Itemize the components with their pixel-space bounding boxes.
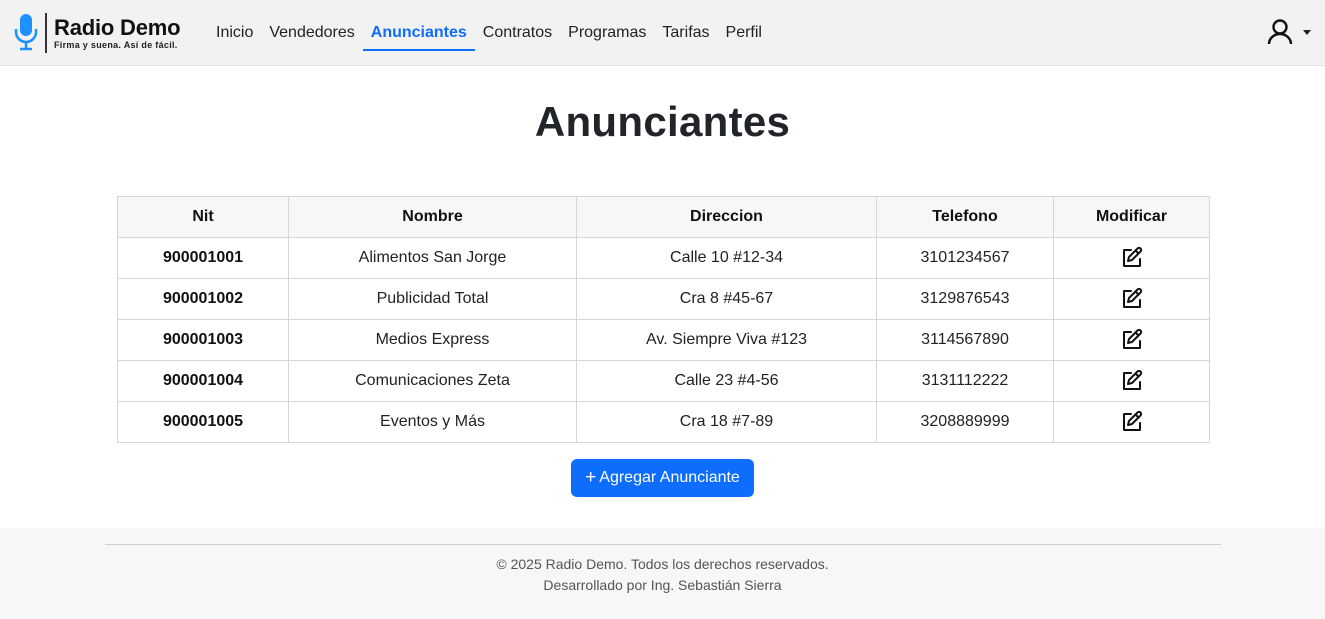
cell-nombre: Comunicaciones Zeta	[288, 360, 577, 402]
cell-nit: 900001003	[117, 319, 289, 361]
brand-subtitle: Firma y suena. Así de fácil.	[54, 39, 178, 50]
microphone-icon	[12, 11, 40, 55]
user-menu-button[interactable]	[1266, 18, 1316, 51]
cell-nombre: Alimentos San Jorge	[288, 237, 577, 279]
brand-divider	[45, 13, 47, 53]
column-header-nombre: Nombre	[288, 196, 577, 238]
cell-nit: 900001005	[117, 401, 289, 443]
cell-nit: 900001001	[117, 237, 289, 279]
nav-item-tarifas[interactable]: Tarifas	[654, 18, 717, 48]
page-title: Anunciantes	[534, 98, 791, 145]
footer: © 2025 Radio Demo. Todos los derechos re…	[0, 528, 1325, 619]
nav-item-perfil[interactable]: Perfil	[718, 18, 770, 48]
column-header-nit: Nit	[117, 196, 289, 238]
table-row: 900001003 Medios Express Av. Siempre Viv…	[117, 319, 1210, 361]
edit-icon[interactable]	[1120, 410, 1144, 434]
footer-divider	[105, 544, 1221, 545]
cell-telefono: 3114567890	[876, 319, 1054, 361]
footer-copyright: © 2025 Radio Demo. Todos los derechos re…	[496, 556, 829, 572]
cell-telefono: 3208889999	[876, 401, 1054, 443]
cell-direccion: Cra 18 #7-89	[576, 401, 877, 443]
column-header-telefono: Telefono	[876, 196, 1054, 238]
table-row: 900001002 Publicidad Total Cra 8 #45-67 …	[117, 278, 1210, 320]
cell-nombre: Publicidad Total	[288, 278, 577, 320]
cell-direccion: Calle 23 #4-56	[576, 360, 877, 402]
chevron-down-icon	[1303, 29, 1311, 35]
cell-nit: 900001004	[117, 360, 289, 402]
advertisers-table-container: Nit Nombre Direccion Telefono Modificar …	[117, 196, 1210, 443]
cell-direccion: Cra 8 #45-67	[576, 278, 877, 320]
nav-item-inicio[interactable]: Inicio	[208, 18, 261, 48]
advertisers-table: Nit Nombre Direccion Telefono Modificar …	[117, 196, 1210, 443]
table-row: 900001004 Comunicaciones Zeta Calle 23 #…	[117, 360, 1210, 402]
user-icon	[1266, 18, 1294, 51]
brand-text: Radio Demo Firma y suena. Así de fácil.	[54, 14, 181, 51]
table-row: 900001001 Alimentos San Jorge Calle 10 #…	[117, 237, 1210, 279]
cell-telefono: 3101234567	[876, 237, 1054, 279]
edit-icon[interactable]	[1120, 369, 1144, 393]
table-row: 900001005 Eventos y Más Cra 18 #7-89 320…	[117, 401, 1210, 443]
cell-nit: 900001002	[117, 278, 289, 320]
nav-item-programas[interactable]: Programas	[560, 18, 654, 48]
brand-title: Radio Demo	[54, 14, 181, 40]
cell-modificar	[1053, 278, 1210, 320]
cell-direccion: Calle 10 #12-34	[576, 237, 877, 279]
nav-item-vendedores[interactable]: Vendedores	[261, 18, 362, 48]
cell-nombre: Eventos y Más	[288, 401, 577, 443]
table-header-row: Nit Nombre Direccion Telefono Modificar	[117, 196, 1210, 238]
nav-item-contratos[interactable]: Contratos	[475, 18, 560, 48]
cell-modificar	[1053, 319, 1210, 361]
column-header-direccion: Direccion	[576, 196, 877, 238]
brand-logo[interactable]: Radio Demo Firma y suena. Así de fácil.	[12, 10, 181, 56]
footer-credit: Desarrollado por Ing. Sebastián Sierra	[543, 577, 782, 593]
cell-telefono: 3131112222	[876, 360, 1054, 402]
edit-icon[interactable]	[1120, 328, 1144, 352]
plus-icon: +	[585, 467, 597, 488]
add-advertiser-label: Agregar Anunciante	[599, 469, 740, 486]
cell-direccion: Av. Siempre Viva #123	[576, 319, 877, 361]
edit-icon[interactable]	[1120, 246, 1144, 270]
column-header-modificar: Modificar	[1053, 196, 1210, 238]
cell-modificar	[1053, 401, 1210, 443]
cell-nombre: Medios Express	[288, 319, 577, 361]
cell-telefono: 3129876543	[876, 278, 1054, 320]
nav-item-anunciantes[interactable]: Anunciantes	[362, 18, 475, 51]
add-advertiser-button[interactable]: + Agregar Anunciante	[571, 459, 754, 497]
edit-icon[interactable]	[1120, 287, 1144, 311]
cell-modificar	[1053, 360, 1210, 402]
main-nav: Inicio Vendedores Anunciantes Contratos …	[208, 0, 770, 66]
navbar: Radio Demo Firma y suena. Así de fácil. …	[0, 0, 1325, 66]
cell-modificar	[1053, 237, 1210, 279]
